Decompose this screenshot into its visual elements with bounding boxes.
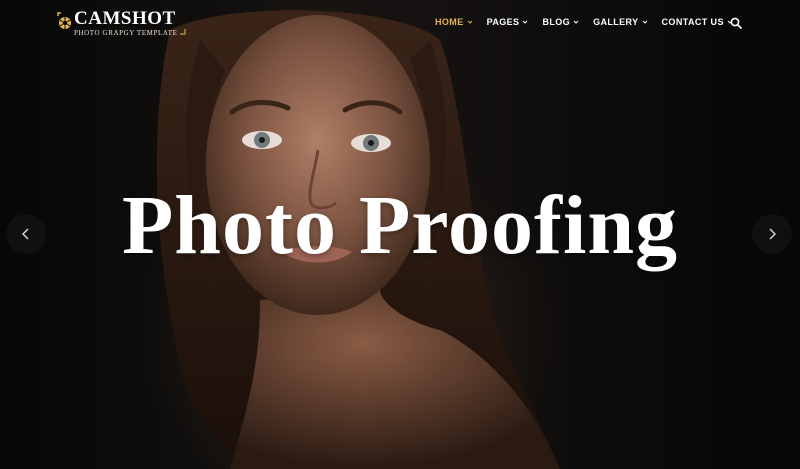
nav-item-pages[interactable]: PAGES (487, 17, 529, 27)
chevron-down-icon (523, 20, 528, 24)
site-logo[interactable]: CAMSHOT PHOTO GRAPGY TEMPLATE (57, 8, 186, 38)
corner-bracket-icon (179, 29, 186, 35)
nav-item-gallery[interactable]: GALLERY (593, 17, 647, 27)
nav-item-label: HOME (435, 17, 464, 27)
hero-slider: CAMSHOT PHOTO GRAPGY TEMPLATE HOME PAGES… (0, 0, 800, 469)
nav-item-home[interactable]: HOME (435, 17, 473, 27)
brand-tagline: PHOTO GRAPGY TEMPLATE (74, 29, 186, 37)
chevron-down-icon (467, 20, 472, 24)
nav-item-contact-us[interactable]: CONTACT US (662, 17, 733, 27)
brand-title: CAMSHOT (74, 8, 176, 29)
nav-item-label: GALLERY (593, 17, 639, 27)
nav-item-label: PAGES (486, 17, 520, 27)
search-icon[interactable] (730, 17, 742, 29)
chevron-down-icon (642, 20, 647, 24)
top-navigation-bar: CAMSHOT PHOTO GRAPGY TEMPLATE HOME PAGES… (0, 0, 800, 48)
brand-tagline-text: PHOTO GRAPGY TEMPLATE (74, 29, 178, 37)
camera-aperture-icon (57, 12, 71, 29)
chevron-down-icon (573, 20, 579, 24)
main-nav: HOME PAGES BLOG GALLERY CONTACT US (435, 17, 733, 27)
hero-headline: Photo Proofing (121, 179, 679, 272)
nav-item-blog[interactable]: BLOG (542, 17, 579, 27)
nav-item-label: BLOG (542, 17, 571, 27)
nav-item-label: CONTACT US (661, 17, 724, 27)
